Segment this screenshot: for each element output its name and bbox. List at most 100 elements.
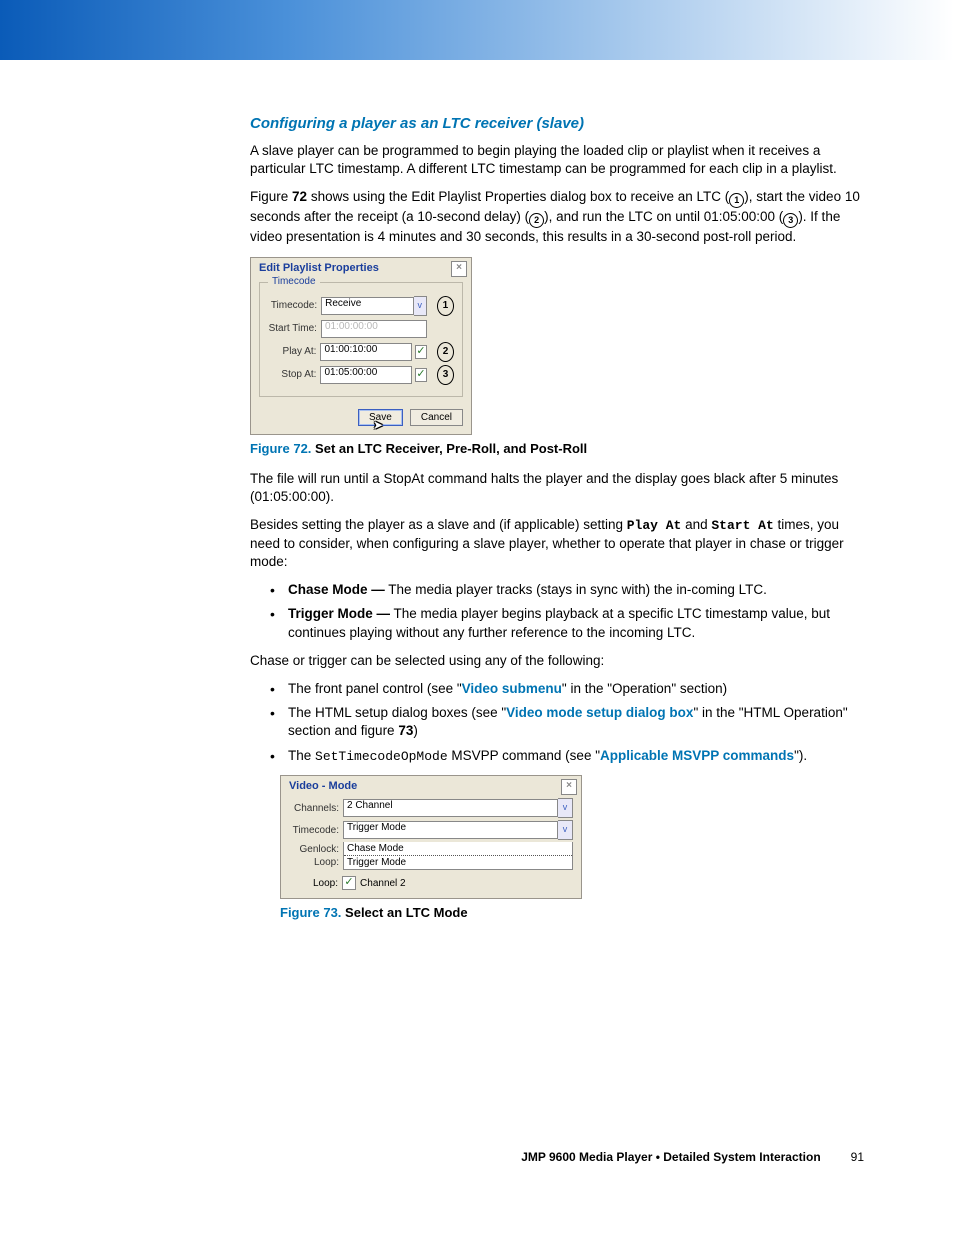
- video-mode-dialog: Video - Mode × Channels: 2 Channel v Tim…: [280, 775, 582, 899]
- list-item: The front panel control (see "Video subm…: [270, 680, 864, 698]
- play-at-label: Play At:: [268, 346, 316, 357]
- dialog-titlebar: Edit Playlist Properties ×: [251, 258, 471, 278]
- figure-72-image: Edit Playlist Properties × Timecode Time…: [250, 257, 864, 435]
- figure-label: Figure 73.: [280, 905, 341, 920]
- figure-number: 73: [398, 723, 413, 738]
- channels-row: Channels: 2 Channel v: [289, 798, 573, 818]
- list-item: Trigger Mode — The media player begins p…: [270, 605, 864, 641]
- text: The front panel control (see ": [288, 681, 462, 696]
- select-method-list: The front panel control (see "Video subm…: [250, 680, 864, 765]
- paragraph-modes-intro: Besides setting the player as a slave an…: [250, 516, 864, 571]
- genlock-row: Genlock:: [289, 844, 343, 855]
- trigger-mode-term: Trigger Mode —: [288, 606, 390, 621]
- list-item: The HTML setup dialog boxes (see "Video …: [270, 704, 864, 740]
- command-name: SetTimecodeOpMode: [315, 749, 448, 764]
- footer-product: JMP 9600 Media Player • Detailed System …: [521, 1150, 820, 1164]
- page-top-banner: [0, 0, 954, 60]
- mode-list: Chase Mode — The media player tracks (st…: [250, 581, 864, 642]
- callout-2-icon: 2: [437, 342, 454, 362]
- chase-mode-term: Chase Mode —: [288, 582, 385, 597]
- dialog-title: Edit Playlist Properties: [259, 262, 379, 274]
- text: ), and run the LTC on until 01:05:00:00 …: [544, 209, 783, 224]
- play-at-term: Play At: [627, 518, 682, 533]
- paragraph-stopat: The file will run until a StopAt command…: [250, 470, 864, 506]
- loop-channel2-row: Loop: ✓ Channel 2: [343, 876, 573, 890]
- figure-number: 72: [292, 189, 307, 204]
- timecode-select[interactable]: Receive: [321, 297, 414, 315]
- timecode-label: Timecode:: [289, 825, 339, 836]
- video-mode-setup-link[interactable]: Video mode setup dialog box: [506, 705, 693, 720]
- paragraph-intro: A slave player can be programmed to begi…: [250, 142, 864, 178]
- timecode-row: Timecode: Receive v 1: [268, 296, 454, 316]
- list-item: The SetTimecodeOpMode MSVPP command (see…: [270, 747, 864, 766]
- chevron-down-icon[interactable]: v: [558, 820, 573, 840]
- figure-72-caption: Figure 72. Set an LTC Receiver, Pre-Roll…: [250, 441, 864, 456]
- text: and: [681, 517, 711, 532]
- stop-at-input[interactable]: 01:05:00:00: [320, 366, 412, 384]
- loop-channel2-checkbox[interactable]: ✓: [342, 876, 356, 890]
- timecode-select[interactable]: Trigger Mode: [343, 821, 558, 839]
- fieldset-legend: Timecode: [268, 276, 320, 287]
- stop-at-checkbox[interactable]: ✓: [415, 368, 427, 382]
- paragraph-select-intro: Chase or trigger can be selected using a…: [250, 652, 864, 670]
- section-heading: Configuring a player as an LTC receiver …: [250, 115, 864, 132]
- stop-at-label: Stop At:: [268, 369, 316, 380]
- channels-label: Channels:: [289, 803, 339, 814]
- timecode-label: Timecode:: [268, 300, 317, 311]
- loop-row: Loop:: [289, 857, 343, 868]
- edit-playlist-properties-dialog: Edit Playlist Properties × Timecode Time…: [250, 257, 472, 435]
- video-submenu-link[interactable]: Video submenu: [462, 681, 562, 696]
- channels-select[interactable]: 2 Channel: [343, 799, 558, 817]
- page-content: Configuring a player as an LTC receiver …: [0, 60, 954, 920]
- option-trigger-mode[interactable]: Trigger Mode: [344, 856, 572, 869]
- page-footer: JMP 9600 Media Player • Detailed System …: [0, 1150, 954, 1194]
- figure-73-caption: Figure 73. Select an LTC Mode: [280, 905, 864, 920]
- loop-channel2-label: Channel 2: [360, 878, 406, 889]
- dialog-title: Video - Mode: [289, 780, 357, 792]
- timecode-fieldset: Timecode Timecode: Receive v 1 Start Tim…: [259, 282, 463, 397]
- text: Besides setting the player as a slave an…: [250, 517, 627, 532]
- text: " in the "Operation" section): [562, 681, 727, 696]
- text: ").: [794, 748, 807, 763]
- start-at-term: Start At: [711, 518, 773, 533]
- cursor-icon: ➤: [373, 418, 383, 432]
- text: MSVPP command (see ": [448, 748, 600, 763]
- timecode-dropdown-list[interactable]: Chase Mode Trigger Mode: [343, 842, 573, 870]
- circled-1-icon: 1: [729, 193, 744, 208]
- dialog-button-row: Save ➤ Cancel: [251, 405, 471, 434]
- footer-page-number: 91: [824, 1150, 864, 1164]
- chevron-down-icon[interactable]: v: [558, 798, 573, 818]
- play-at-input[interactable]: 01:00:10:00: [320, 343, 412, 361]
- text: Figure: [250, 189, 292, 204]
- figure-title: Select an LTC Mode: [345, 905, 468, 920]
- text: The HTML setup dialog boxes (see ": [288, 705, 506, 720]
- start-time-input[interactable]: 01:00:00:00: [321, 320, 427, 338]
- msvpp-commands-link[interactable]: Applicable MSVPP commands: [600, 748, 794, 763]
- start-time-row: Start Time: 01:00:00:00: [268, 319, 454, 339]
- timecode-row: Timecode: Trigger Mode v: [289, 820, 573, 840]
- text: ): [413, 723, 418, 738]
- close-icon[interactable]: ×: [451, 261, 467, 277]
- start-time-label: Start Time:: [268, 323, 317, 334]
- genlock-label: Genlock:: [289, 844, 339, 855]
- figure-73-image: Video - Mode × Channels: 2 Channel v Tim…: [250, 775, 864, 899]
- play-at-row: Play At: 01:00:10:00 ✓ 2: [268, 342, 454, 362]
- text: The media player tracks (stays in sync w…: [385, 582, 767, 597]
- play-at-checkbox[interactable]: ✓: [415, 345, 427, 359]
- text: The: [288, 748, 315, 763]
- dialog-titlebar: Video - Mode ×: [281, 776, 581, 796]
- chevron-down-icon[interactable]: v: [414, 296, 427, 316]
- loop-prefix: Loop:: [313, 878, 338, 889]
- stop-at-row: Stop At: 01:05:00:00 ✓ 3: [268, 365, 454, 385]
- cancel-button[interactable]: Cancel: [410, 409, 463, 426]
- figure-label: Figure 72.: [250, 441, 311, 456]
- paragraph-fig72-desc: Figure 72 shows using the Edit Playlist …: [250, 188, 864, 246]
- loop-label: Loop:: [289, 857, 339, 868]
- save-button[interactable]: Save ➤: [358, 409, 403, 426]
- figure-title: Set an LTC Receiver, Pre-Roll, and Post-…: [315, 441, 587, 456]
- option-chase-mode[interactable]: Chase Mode: [344, 842, 572, 856]
- close-icon[interactable]: ×: [561, 779, 577, 795]
- list-item: Chase Mode — The media player tracks (st…: [270, 581, 864, 599]
- circled-3-icon: 3: [783, 213, 798, 228]
- text: shows using the Edit Playlist Properties…: [307, 189, 729, 204]
